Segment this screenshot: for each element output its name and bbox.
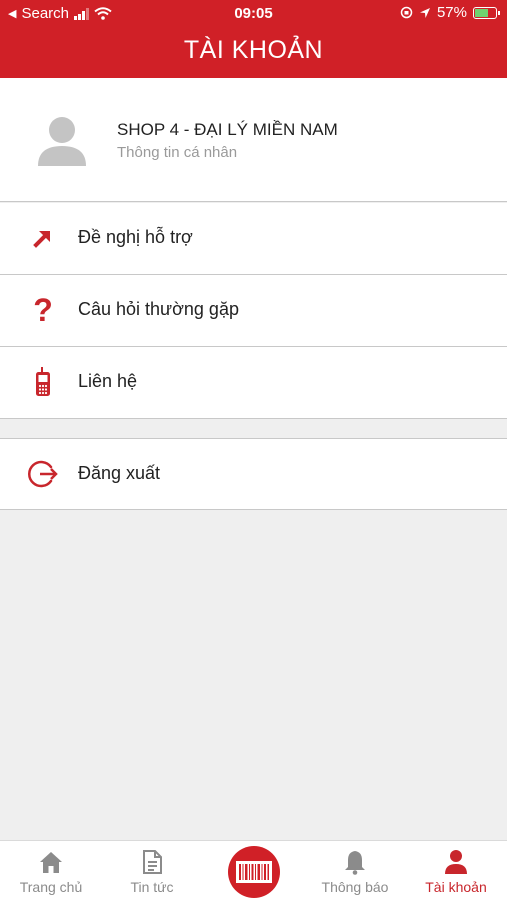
status-bar: ◀ Search 09:05 57% bbox=[0, 0, 507, 28]
menu-item-label: Liên hệ bbox=[78, 371, 138, 391]
home-icon bbox=[40, 852, 62, 873]
menu-item-logout[interactable]: Đăng xuất bbox=[0, 438, 507, 510]
phone-icon bbox=[26, 365, 60, 399]
tab-home[interactable]: Trang chủ bbox=[6, 841, 96, 900]
menu-item-label: Câu hỏi thường gặp bbox=[78, 299, 239, 319]
document-icon bbox=[143, 850, 162, 874]
location-icon bbox=[419, 7, 430, 18]
scan-barcode-button[interactable] bbox=[228, 846, 280, 898]
tab-notifications[interactable]: Thông báo bbox=[310, 841, 400, 900]
tab-label: Tài khoản bbox=[425, 879, 487, 895]
app-header: ◀ Search 09:05 57% TÀI KHOẢN bbox=[0, 0, 507, 78]
battery-icon bbox=[473, 6, 500, 19]
menu-item-faq[interactable]: ? Câu hỏi thường gặp bbox=[0, 275, 507, 347]
menu-item-label: Đề nghị hỗ trợ bbox=[78, 227, 193, 247]
question-icon: ? bbox=[33, 292, 53, 328]
user-icon bbox=[445, 850, 467, 874]
profile-card[interactable]: SHOP 4 - ĐẠI LÝ MIỀN NAM Thông tin cá nh… bbox=[0, 78, 507, 202]
profile-name: SHOP 4 - ĐẠI LÝ MIỀN NAM bbox=[117, 120, 338, 139]
tab-news[interactable]: Tin tức bbox=[107, 841, 197, 900]
profile-subtitle: Thông tin cá nhân bbox=[117, 144, 238, 161]
tab-label: Trang chủ bbox=[19, 879, 83, 895]
logout-icon bbox=[26, 457, 60, 491]
tab-label: Tin tức bbox=[130, 879, 174, 895]
menu-item-label: Đăng xuất bbox=[78, 463, 161, 483]
tab-account[interactable]: Tài khoản bbox=[411, 841, 501, 900]
battery-level bbox=[475, 8, 488, 17]
arrow-up-right-icon bbox=[26, 221, 60, 255]
menu-item-support-request[interactable]: Đề nghị hỗ trợ bbox=[0, 203, 507, 275]
tab-label: Thông báo bbox=[321, 879, 389, 895]
barcode-icon bbox=[236, 861, 272, 883]
bell-icon bbox=[345, 851, 365, 875]
avatar-icon bbox=[38, 117, 86, 166]
page-title: TÀI KHOẢN bbox=[183, 36, 324, 64]
battery-percent: 57% bbox=[436, 4, 467, 21]
status-right: 57% bbox=[400, 4, 500, 21]
menu-item-contact[interactable]: Liên hệ bbox=[0, 347, 507, 419]
orientation-lock-icon bbox=[400, 6, 413, 19]
bottom-tab-bar: Trang chủ Tin tức Thông báo Tài khoản bbox=[0, 840, 507, 900]
